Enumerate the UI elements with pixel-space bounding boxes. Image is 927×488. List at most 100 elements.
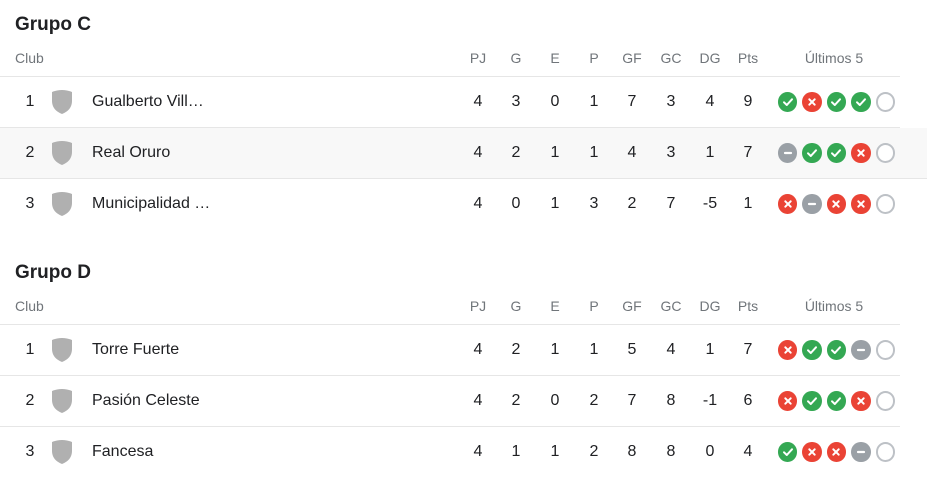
stat-pts: 4 <box>743 443 753 460</box>
win-icon[interactable] <box>826 143 847 163</box>
upcoming-match-icon[interactable] <box>875 92 895 112</box>
stat-gc: 8 <box>666 443 676 460</box>
stat-pts: 9 <box>743 93 753 110</box>
table-row[interactable]: 3 Municipalidad … 4 0 1 3 2 7 -5 1 <box>0 179 900 229</box>
col-pts: Pts <box>737 298 759 314</box>
stat-pts: 7 <box>743 341 753 358</box>
table-header: Club PJ G E P GF GC DG Pts Últimos 5 <box>0 288 900 325</box>
draw-icon[interactable] <box>851 442 871 462</box>
table-row[interactable]: 2 Real Oruro 4 2 1 1 4 3 1 7 <box>0 128 927 179</box>
col-g: G <box>510 298 522 314</box>
win-icon[interactable] <box>826 340 847 360</box>
stat-dg: 4 <box>705 93 715 110</box>
win-icon[interactable] <box>802 143 822 163</box>
col-gf: GF <box>622 50 642 66</box>
stat-pj: 4 <box>473 443 483 460</box>
win-icon[interactable] <box>778 92 798 112</box>
team-name[interactable]: Torre Fuerte <box>92 325 232 375</box>
upcoming-match-icon[interactable] <box>875 143 895 163</box>
loss-icon[interactable] <box>826 442 847 462</box>
last-five-results <box>778 179 900 229</box>
team-rank: 3 <box>25 195 35 212</box>
table-row[interactable]: 1 Torre Fuerte 4 2 1 1 5 4 1 7 <box>0 325 900 376</box>
stat-g: 2 <box>511 341 521 358</box>
win-icon[interactable] <box>778 442 798 462</box>
team-crest-icon <box>48 427 76 477</box>
stat-gf: 5 <box>627 341 637 358</box>
last-five-results <box>778 128 900 178</box>
win-icon[interactable] <box>826 92 847 112</box>
loss-icon[interactable] <box>851 194 871 214</box>
draw-icon[interactable] <box>778 143 798 163</box>
loss-icon[interactable] <box>826 194 847 214</box>
team-name[interactable]: Pasión Celeste <box>92 376 232 426</box>
upcoming-match-icon[interactable] <box>875 340 895 360</box>
stat-dg: -1 <box>702 392 718 409</box>
col-e: E <box>550 50 560 66</box>
last-five-results <box>778 77 900 127</box>
team-rank: 3 <box>25 443 35 460</box>
team-rank: 1 <box>25 341 35 358</box>
stat-gf: 2 <box>627 195 637 212</box>
team-name[interactable]: Gualberto Vill… <box>92 77 232 127</box>
stat-dg: -5 <box>702 195 718 212</box>
loss-icon[interactable] <box>778 391 798 411</box>
win-icon[interactable] <box>802 340 822 360</box>
stat-gc: 4 <box>666 341 676 358</box>
stat-gc: 3 <box>666 144 676 161</box>
upcoming-match-icon[interactable] <box>875 391 895 411</box>
win-icon[interactable] <box>802 391 822 411</box>
stat-e: 1 <box>550 144 560 161</box>
loss-icon[interactable] <box>778 194 798 214</box>
win-icon[interactable] <box>826 391 847 411</box>
table-row[interactable]: 2 Pasión Celeste 4 2 0 2 7 8 -1 6 <box>0 376 900 427</box>
team-rank: 2 <box>25 144 35 161</box>
col-e: E <box>550 298 560 314</box>
stat-g: 2 <box>511 144 521 161</box>
table-header: Club PJ G E P GF GC DG Pts Últimos 5 <box>0 40 900 77</box>
stat-g: 2 <box>511 392 521 409</box>
loss-icon[interactable] <box>851 391 871 411</box>
win-icon[interactable] <box>851 92 871 112</box>
team-name[interactable]: Fancesa <box>92 427 232 477</box>
loss-icon[interactable] <box>778 340 798 360</box>
stat-p: 1 <box>589 144 599 161</box>
stat-g: 1 <box>511 443 521 460</box>
col-last5: Últimos 5 <box>804 298 864 314</box>
col-club: Club <box>15 50 44 66</box>
stat-gf: 4 <box>627 144 637 161</box>
draw-icon[interactable] <box>851 340 871 360</box>
stat-e: 1 <box>550 195 560 212</box>
stat-pts: 6 <box>743 392 753 409</box>
team-name[interactable]: Municipalidad … <box>92 179 232 229</box>
loss-icon[interactable] <box>802 442 822 462</box>
upcoming-match-icon[interactable] <box>875 442 895 462</box>
col-club: Club <box>15 298 44 314</box>
stat-gf: 7 <box>627 93 637 110</box>
team-crest-icon <box>48 179 76 229</box>
table-row[interactable]: 3 Fancesa 4 1 1 2 8 8 0 4 <box>0 427 900 477</box>
stat-dg: 0 <box>705 443 715 460</box>
stat-g: 3 <box>511 93 521 110</box>
upcoming-match-icon[interactable] <box>875 194 895 214</box>
loss-icon[interactable] <box>802 92 822 112</box>
team-crest-icon <box>48 325 76 375</box>
stat-gf: 8 <box>627 443 637 460</box>
col-gc: GC <box>660 50 682 66</box>
stat-pj: 4 <box>473 195 483 212</box>
stat-e: 1 <box>550 341 560 358</box>
stat-pj: 4 <box>473 93 483 110</box>
loss-icon[interactable] <box>851 143 871 163</box>
team-name[interactable]: Real Oruro <box>92 128 232 178</box>
col-pts: Pts <box>737 50 759 66</box>
stat-p: 1 <box>589 341 599 358</box>
group-title: Grupo D <box>15 262 91 283</box>
stat-p: 3 <box>589 195 599 212</box>
last-five-results <box>778 325 900 375</box>
col-gf: GF <box>622 298 642 314</box>
table-row[interactable]: 1 Gualberto Vill… 4 3 0 1 7 3 4 9 <box>0 77 900 128</box>
col-last5: Últimos 5 <box>804 50 864 66</box>
stat-gc: 7 <box>666 195 676 212</box>
draw-icon[interactable] <box>802 194 822 214</box>
stat-dg: 1 <box>705 341 715 358</box>
